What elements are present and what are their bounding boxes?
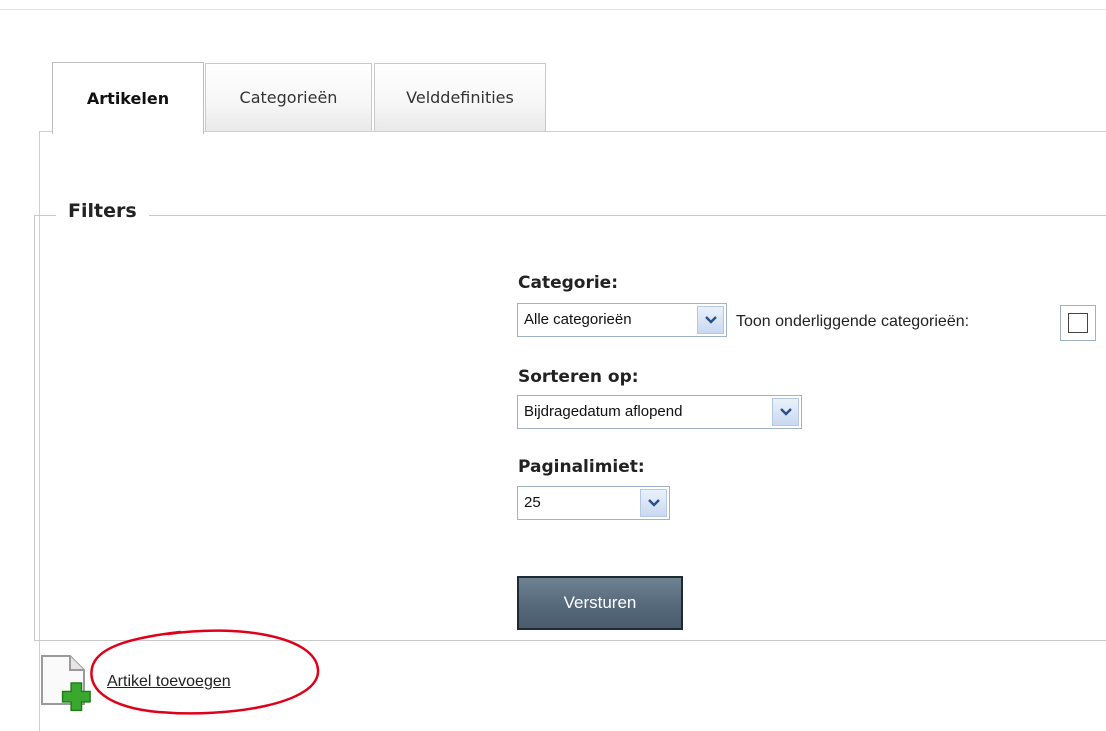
chevron-down-icon[interactable] <box>772 398 799 426</box>
filters-legend: Filters <box>56 200 149 222</box>
sort-select-value: Bijdragedatum aflopend <box>524 403 683 420</box>
tab-label: Velddefinities <box>406 88 514 107</box>
tab-artikelen[interactable]: Artikelen <box>52 62 204 134</box>
subcategories-checkbox[interactable] <box>1060 305 1096 341</box>
page-limit-label: Paginalimiet: <box>518 457 645 477</box>
submit-button[interactable]: Versturen <box>517 576 683 630</box>
add-document-icon[interactable] <box>40 654 98 714</box>
page-limit-select-value: 25 <box>524 494 541 511</box>
sort-select[interactable]: Bijdragedatum aflopend <box>517 395 802 429</box>
chevron-down-icon[interactable] <box>640 489 667 517</box>
tab-velddefinities[interactable]: Velddefinities <box>374 63 546 131</box>
category-select-value: Alle categorieën <box>524 311 632 328</box>
chevron-down-icon[interactable] <box>697 306 724 334</box>
category-select[interactable]: Alle categorieën <box>517 303 727 337</box>
tab-categorieen[interactable]: Categorieën <box>205 63 372 131</box>
tab-label: Categorieën <box>239 88 338 107</box>
category-label: Categorie: <box>518 273 618 293</box>
sort-label: Sorteren op: <box>518 367 639 387</box>
tab-label: Artikelen <box>86 89 170 108</box>
add-article-link[interactable]: Artikel toevoegen <box>107 673 231 691</box>
subcategories-label: Toon onderliggende categorieën: <box>736 313 970 330</box>
page-limit-select[interactable]: 25 <box>517 486 670 520</box>
checkbox-box <box>1068 313 1088 333</box>
top-divider <box>0 9 1106 10</box>
